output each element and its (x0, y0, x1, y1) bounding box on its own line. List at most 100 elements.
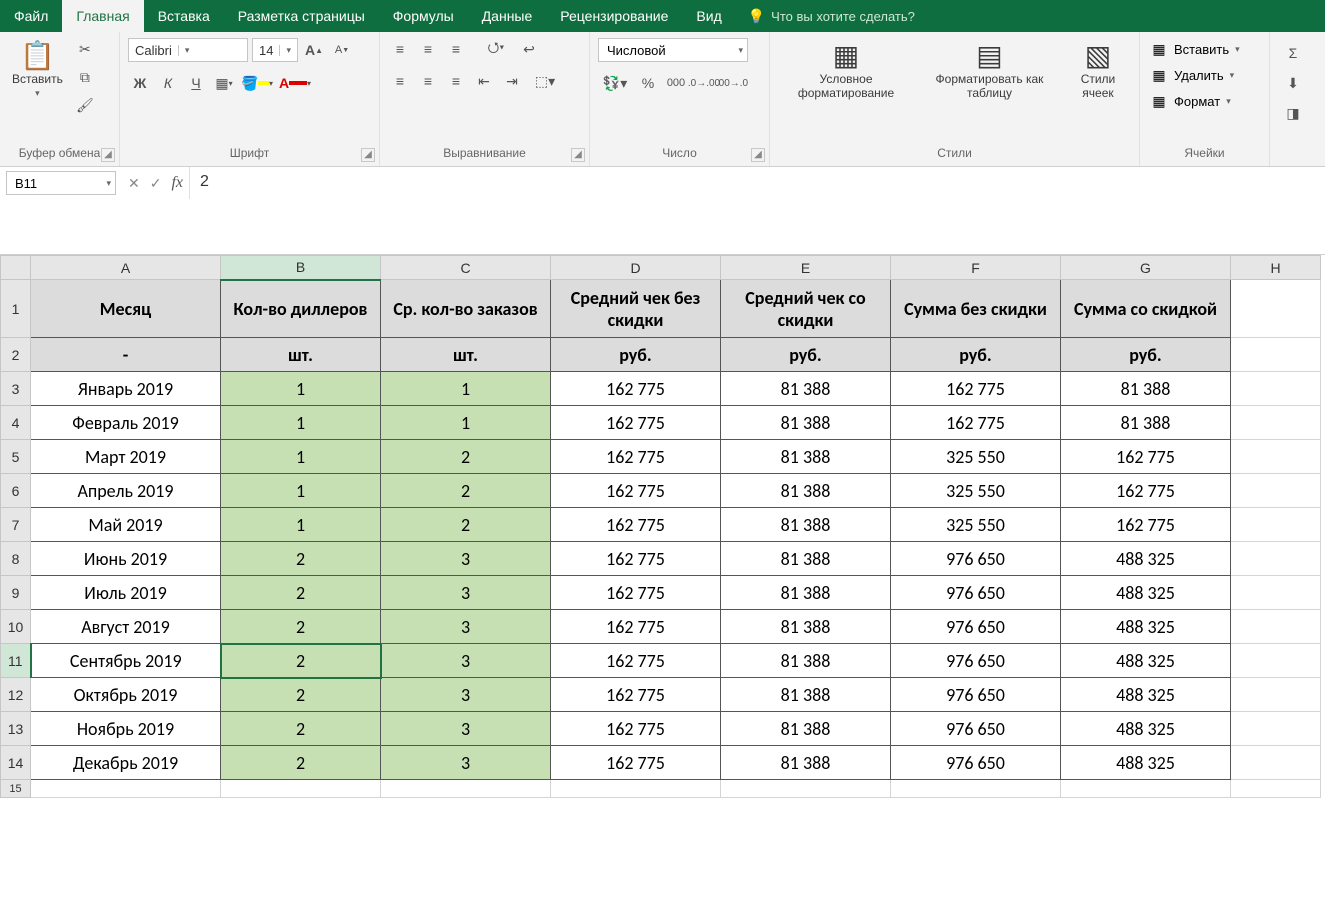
insert-function-button[interactable]: fx (171, 174, 183, 192)
cell-H3[interactable] (1231, 372, 1321, 406)
increase-font-button[interactable]: A▲ (302, 39, 326, 61)
cell-B13[interactable]: 2 (221, 712, 381, 746)
cell-C7[interactable]: 2 (381, 508, 551, 542)
unit-cell[interactable]: шт. (381, 338, 551, 372)
tab-data[interactable]: Данные (468, 0, 547, 32)
cell-F8[interactable]: 976 650 (891, 542, 1061, 576)
cell-D3[interactable]: 162 775 (551, 372, 721, 406)
number-dialog-launcher[interactable]: ◢ (751, 148, 765, 162)
align-top-button[interactable]: ≡ (388, 38, 412, 60)
underline-button[interactable]: Ч (184, 72, 208, 94)
wrap-text-button[interactable]: ↩ (512, 38, 546, 60)
header-cell[interactable]: Ср. кол-во заказов (381, 280, 551, 338)
cell-B3[interactable]: 1 (221, 372, 381, 406)
cell-C10[interactable]: 3 (381, 610, 551, 644)
cell-F14[interactable]: 976 650 (891, 746, 1061, 780)
cell-E5[interactable]: 81 388 (721, 440, 891, 474)
cell-B8[interactable]: 2 (221, 542, 381, 576)
tab-page-layout[interactable]: Разметка страницы (224, 0, 379, 32)
row-header-3[interactable]: 3 (1, 372, 31, 406)
cell-G7[interactable]: 162 775 (1061, 508, 1231, 542)
cell-D4[interactable]: 162 775 (551, 406, 721, 440)
row-header-7[interactable]: 7 (1, 508, 31, 542)
cell-E11[interactable]: 81 388 (721, 644, 891, 678)
unit-cell[interactable]: - (31, 338, 221, 372)
cell-D10[interactable]: 162 775 (551, 610, 721, 644)
accounting-format-button[interactable]: 💱▾ (598, 72, 632, 94)
row-header-6[interactable]: 6 (1, 474, 31, 508)
cell-F10[interactable]: 976 650 (891, 610, 1061, 644)
unit-cell[interactable]: руб. (891, 338, 1061, 372)
chevron-down-icon[interactable]: ▾ (279, 45, 295, 56)
column-header-F[interactable]: F (891, 256, 1061, 280)
cell-H10[interactable] (1231, 610, 1321, 644)
decrease-indent-button[interactable]: ⇤ (472, 70, 496, 92)
unit-cell[interactable]: руб. (721, 338, 891, 372)
cell-E10[interactable]: 81 388 (721, 610, 891, 644)
number-format-combo[interactable]: Числовой▾ (598, 38, 748, 62)
cell-C9[interactable]: 3 (381, 576, 551, 610)
cell-E14[interactable]: 81 388 (721, 746, 891, 780)
row-header-14[interactable]: 14 (1, 746, 31, 780)
italic-button[interactable]: К (156, 72, 180, 94)
cell-G11[interactable]: 488 325 (1061, 644, 1231, 678)
cell-A3[interactable]: Январь 2019 (31, 372, 221, 406)
cell-F11[interactable]: 976 650 (891, 644, 1061, 678)
cell-B7[interactable]: 1 (221, 508, 381, 542)
merge-button[interactable]: ⬚▾ (528, 70, 562, 92)
cell-E4[interactable]: 81 388 (721, 406, 891, 440)
cell-A12[interactable]: Октябрь 2019 (31, 678, 221, 712)
cell-F12[interactable]: 976 650 (891, 678, 1061, 712)
clear-button[interactable]: ◨ (1281, 102, 1305, 124)
autosum-button[interactable]: Σ (1281, 42, 1305, 64)
cell-G10[interactable]: 488 325 (1061, 610, 1231, 644)
fill-button[interactable]: ⬇ (1281, 72, 1305, 94)
cell-B14[interactable]: 2 (221, 746, 381, 780)
cell-C14[interactable]: 3 (381, 746, 551, 780)
cell-B10[interactable]: 2 (221, 610, 381, 644)
cell-F7[interactable]: 325 550 (891, 508, 1061, 542)
format-as-table-button[interactable]: ▤ Форматировать как таблицу (920, 38, 1059, 104)
cell-D13[interactable]: 162 775 (551, 712, 721, 746)
select-all-corner[interactable] (1, 256, 31, 280)
empty-cell[interactable] (1231, 780, 1321, 798)
bold-button[interactable]: Ж (128, 72, 152, 94)
row-header-5[interactable]: 5 (1, 440, 31, 474)
cell-E3[interactable]: 81 388 (721, 372, 891, 406)
cell-H14[interactable] (1231, 746, 1321, 780)
insert-cells-button[interactable]: ▦Вставить▾ (1148, 38, 1242, 60)
cell-C3[interactable]: 1 (381, 372, 551, 406)
decrease-font-button[interactable]: A▼ (330, 39, 354, 61)
cell-E13[interactable]: 81 388 (721, 712, 891, 746)
cell-E7[interactable]: 81 388 (721, 508, 891, 542)
cell-H13[interactable] (1231, 712, 1321, 746)
cell-F4[interactable]: 162 775 (891, 406, 1061, 440)
cell-A11[interactable]: Сентябрь 2019 (31, 644, 221, 678)
cell-C6[interactable]: 2 (381, 474, 551, 508)
cell-H4[interactable] (1231, 406, 1321, 440)
header-cell[interactable]: Сумма без скидки (891, 280, 1061, 338)
name-box[interactable]: B11 ▾ (6, 171, 116, 195)
cell-H9[interactable] (1231, 576, 1321, 610)
cell-C5[interactable]: 2 (381, 440, 551, 474)
tab-review[interactable]: Рецензирование (546, 0, 682, 32)
cell-G13[interactable]: 488 325 (1061, 712, 1231, 746)
cell-G8[interactable]: 488 325 (1061, 542, 1231, 576)
cell-A13[interactable]: Ноябрь 2019 (31, 712, 221, 746)
row-header-12[interactable]: 12 (1, 678, 31, 712)
empty-cell[interactable] (551, 780, 721, 798)
cell-B9[interactable]: 2 (221, 576, 381, 610)
align-left-button[interactable]: ≡ (388, 70, 412, 92)
tab-file[interactable]: Файл (0, 0, 62, 32)
column-header-B[interactable]: B (221, 256, 381, 280)
paste-button[interactable]: 📋 Вставить ▾ (8, 38, 67, 103)
comma-format-button[interactable]: 000 (664, 72, 688, 94)
cell-A10[interactable]: Август 2019 (31, 610, 221, 644)
cell-G3[interactable]: 81 388 (1061, 372, 1231, 406)
cell-A5[interactable]: Март 2019 (31, 440, 221, 474)
enter-formula-button[interactable]: ✓ (150, 175, 162, 192)
cut-button[interactable]: ✂ (73, 38, 97, 60)
header-cell[interactable]: Средний чек без скидки (551, 280, 721, 338)
cell-C12[interactable]: 3 (381, 678, 551, 712)
formula-input[interactable]: 2 (190, 167, 1325, 197)
